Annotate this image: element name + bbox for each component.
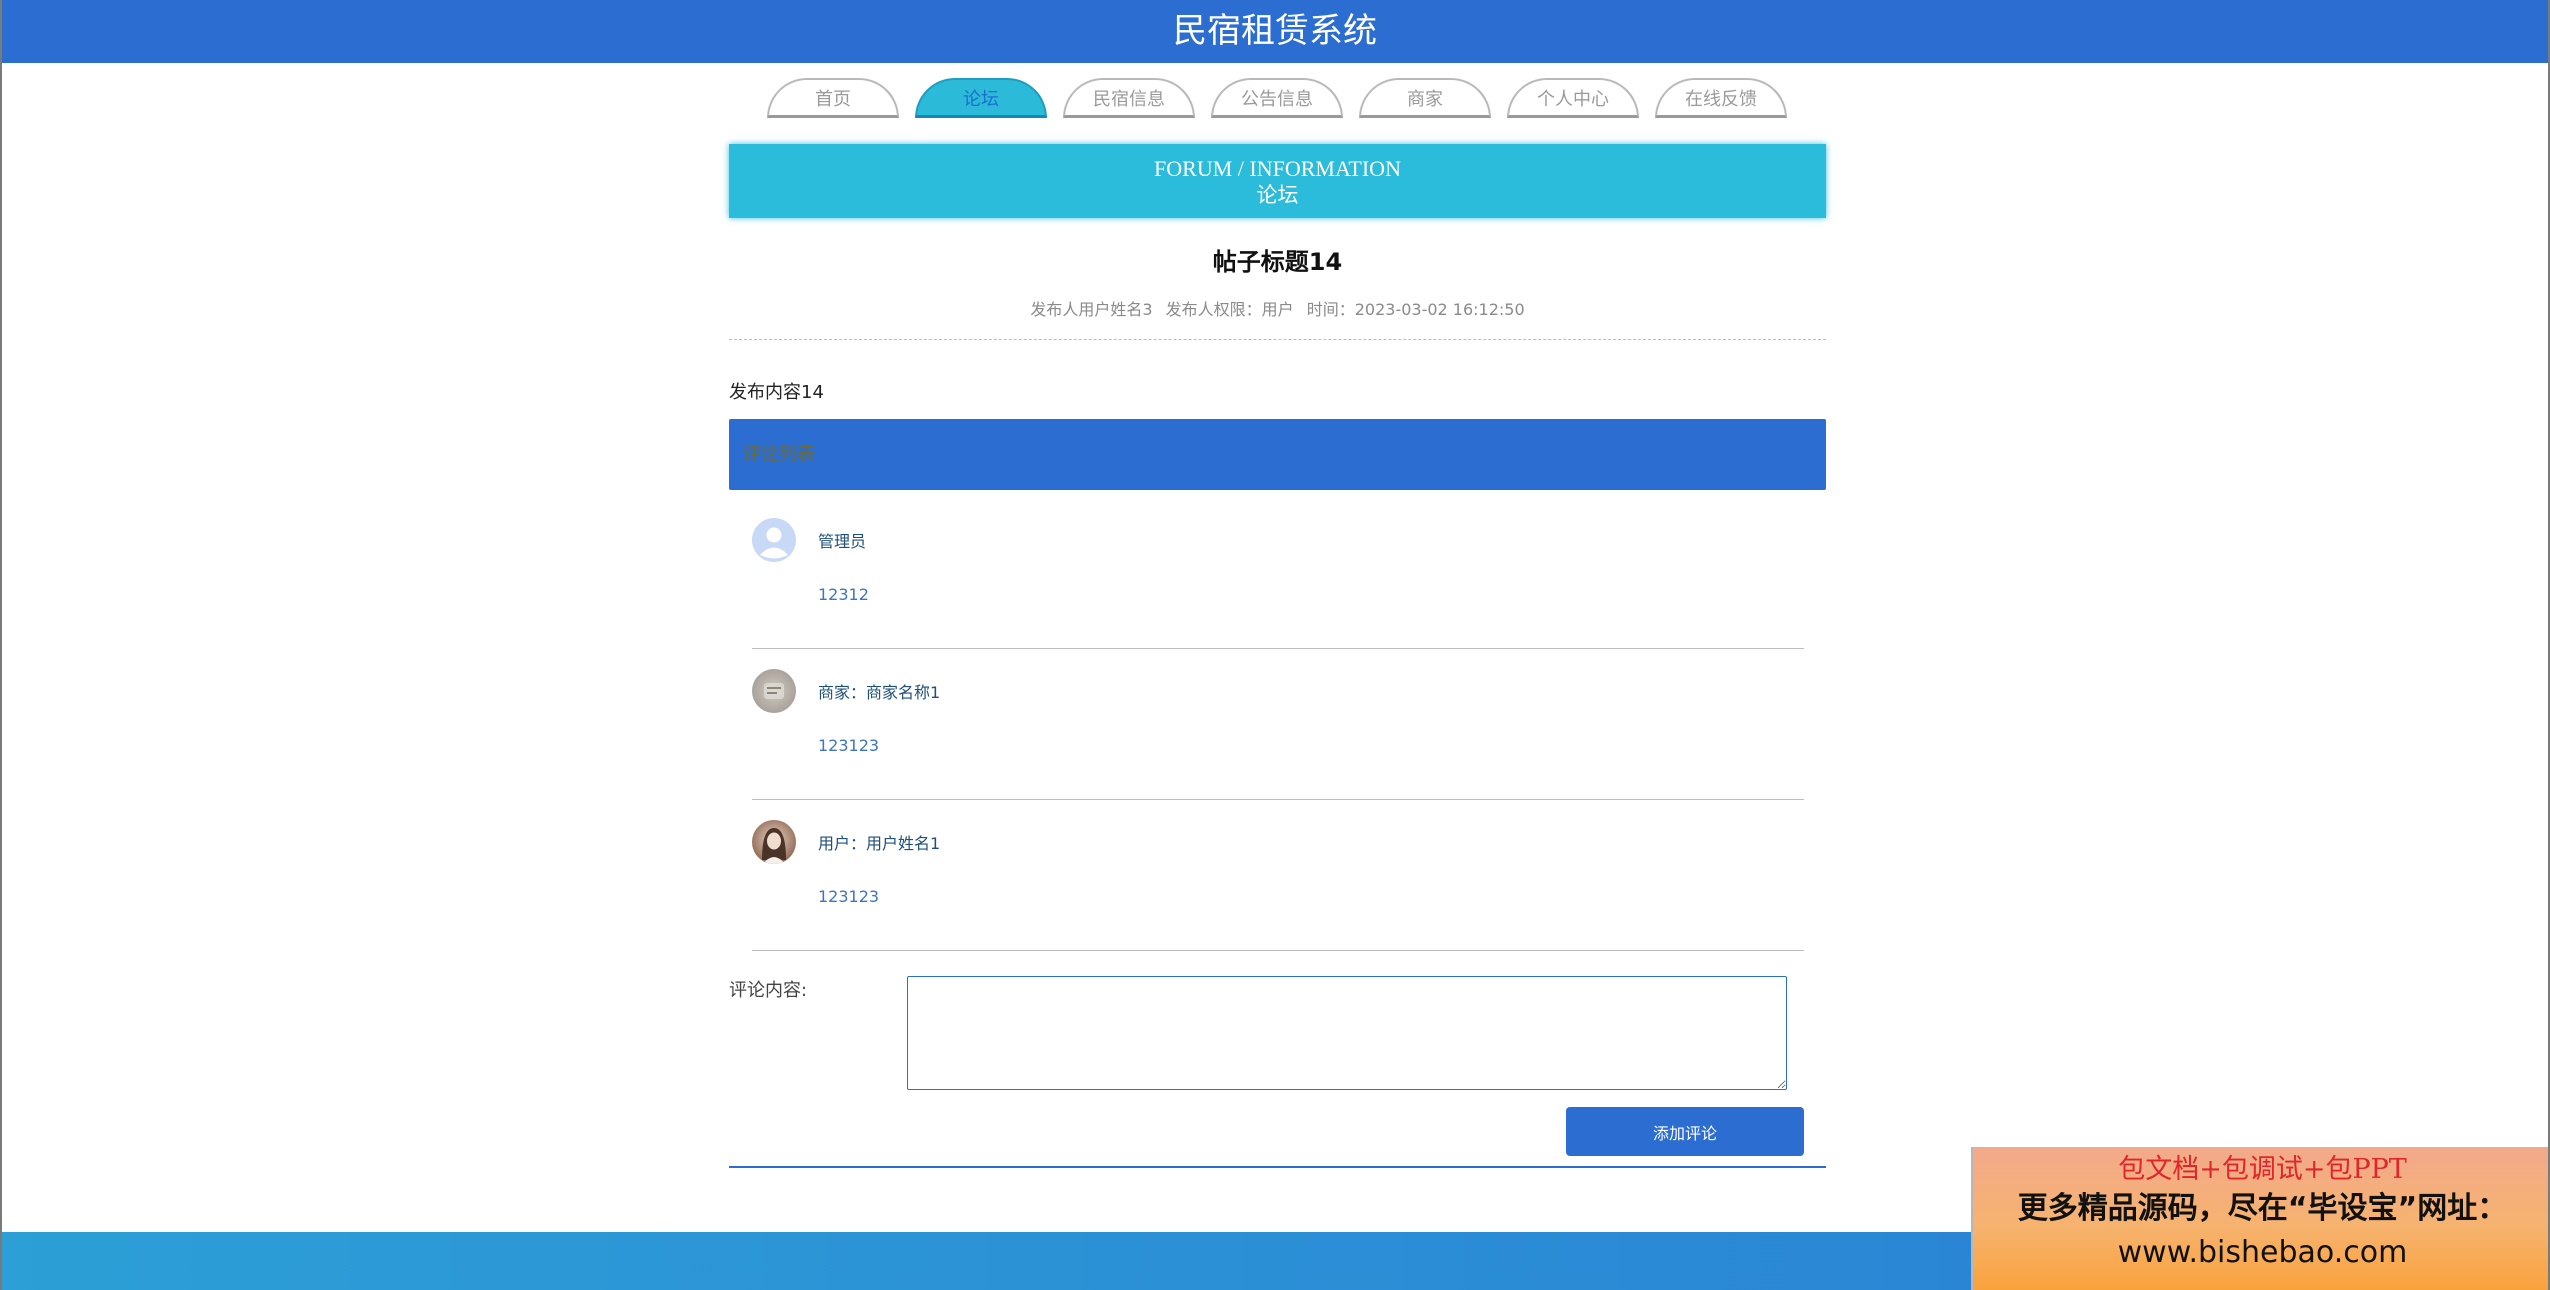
- nav-announcements[interactable]: 公告信息: [1211, 78, 1343, 118]
- post-title: 帖子标题14: [1212, 248, 1343, 276]
- comment-content-label: 评论内容:: [729, 980, 808, 1001]
- user-silhouette-icon: [752, 518, 796, 562]
- post-divider: [729, 339, 1826, 340]
- post-content: 发布内容14: [729, 382, 824, 403]
- promo-ad-line2: 更多精品源码，尽在“毕设宝”网址：: [2017, 1191, 2508, 1226]
- nav-homestay-info[interactable]: 民宿信息: [1063, 78, 1195, 118]
- form-bottom-divider: [729, 1166, 1826, 1168]
- nav-merchants[interactable]: 商家: [1359, 78, 1491, 118]
- section-banner-cn: 论坛: [1256, 183, 1299, 207]
- comment-text: 12312: [818, 585, 869, 604]
- nav-feedback[interactable]: 在线反馈: [1655, 78, 1787, 118]
- merchant-photo-icon: [764, 683, 784, 699]
- nav-home[interactable]: 首页: [767, 78, 899, 118]
- user-photo-icon: [762, 828, 786, 864]
- comment-author: 用户：用户姓名1: [818, 834, 941, 853]
- nav-personal-center[interactable]: 个人中心: [1507, 78, 1639, 118]
- promo-ad-line1: 包文档+包调试+包PPT: [2118, 1154, 2407, 1185]
- section-banner: FORUM / INFORMATION 论坛: [729, 144, 1826, 218]
- comment-item: 管理员 12312: [752, 498, 1804, 649]
- nav-forum[interactable]: 论坛: [915, 78, 1047, 118]
- add-comment-button[interactable]: 添加评论: [1566, 1107, 1804, 1156]
- promo-ad[interactable]: 包文档+包调试+包PPT 更多精品源码，尽在“毕设宝”网址： www.bishe…: [1971, 1147, 2548, 1290]
- post-meta: 发布人用户姓名3 发布人权限：用户 时间：2023-03-02 16:12:50: [729, 296, 1826, 320]
- post-author-role: 发布人权限：用户: [1165, 300, 1294, 319]
- promo-ad-url: www.bishebao.com: [2117, 1235, 2408, 1270]
- main-nav: 首页 论坛 民宿信息 公告信息 商家 个人中心 在线反馈: [767, 78, 1803, 118]
- admin-avatar: [752, 518, 796, 562]
- comment-content-input[interactable]: [907, 976, 1787, 1090]
- comments-header: 评论列表: [729, 419, 1826, 490]
- comment-text: 123123: [818, 736, 880, 755]
- comment-text: 123123: [818, 887, 880, 906]
- merchant-avatar: [752, 669, 796, 713]
- page: 民宿租赁系统 首页 论坛 民宿信息 公告信息 商家 个人中心 在线反馈 FORU…: [0, 0, 2550, 1290]
- comment-item: 商家：商家名称1 123123: [752, 649, 1804, 800]
- comment-author: 商家：商家名称1: [818, 683, 941, 702]
- comment-item: 用户：用户姓名1 123123: [752, 800, 1804, 951]
- post-time: 时间：2023-03-02 16:12:50: [1306, 300, 1525, 319]
- comment-author: 管理员: [818, 532, 867, 551]
- post-author: 发布人用户姓名3: [1030, 300, 1153, 319]
- user-avatar: [752, 820, 796, 864]
- section-banner-en: FORUM / INFORMATION: [1154, 156, 1401, 181]
- app-title: 民宿租赁系统: [2, 0, 2548, 63]
